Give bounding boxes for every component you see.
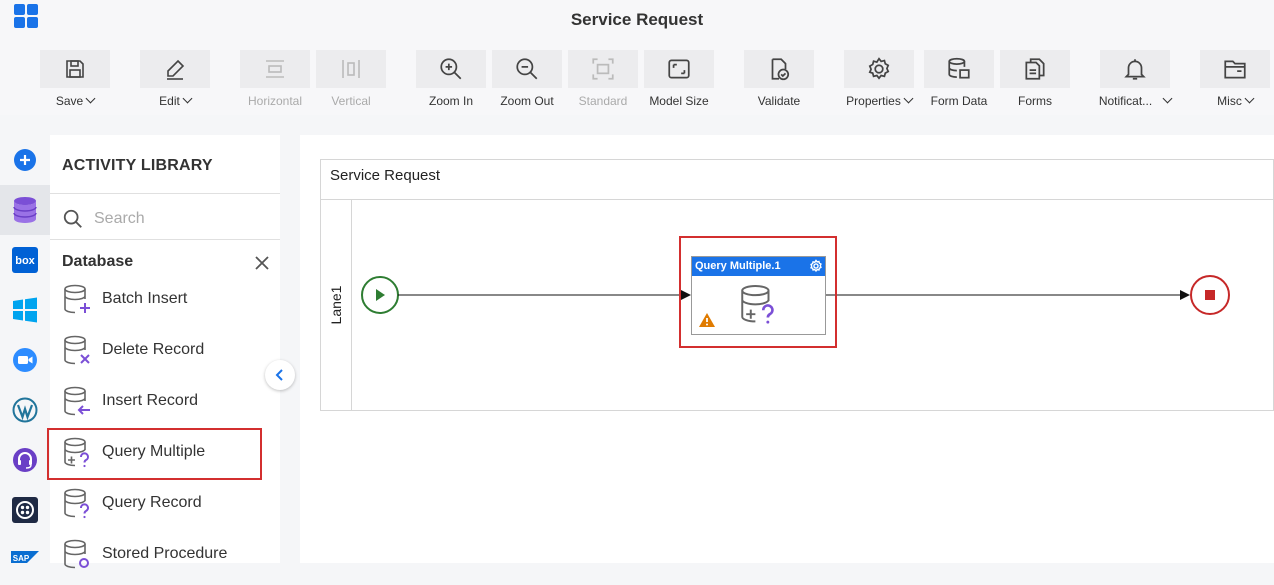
start-event[interactable]	[361, 276, 399, 314]
add-icon	[14, 149, 36, 171]
box-icon: box	[12, 247, 38, 273]
forms-button[interactable]: Forms	[1000, 50, 1070, 112]
stored-procedure-icon	[64, 539, 89, 569]
warning-icon	[699, 313, 715, 327]
svg-text:SAP: SAP	[13, 554, 30, 563]
library-item-stored-procedure[interactable]: Stored Procedure	[50, 531, 280, 579]
form-data-icon	[948, 57, 970, 79]
gear-icon[interactable]	[809, 259, 823, 273]
batch-insert-icon	[64, 284, 90, 314]
library-search	[62, 205, 272, 235]
divider	[50, 239, 280, 240]
properties-button[interactable]: Properties	[844, 50, 914, 112]
collapse-panel-button[interactable]	[265, 360, 295, 390]
edit-button[interactable]: Edit	[140, 50, 210, 112]
misc-button[interactable]: Misc	[1200, 50, 1270, 112]
library-item-batch-insert[interactable]: Batch Insert	[50, 276, 280, 324]
zoom-out-button[interactable]: Zoom Out	[492, 50, 562, 112]
save-button[interactable]: Save	[40, 50, 110, 112]
vertical-layout-icon	[342, 60, 360, 78]
insert-record-icon	[64, 386, 90, 416]
chevron-down-icon	[85, 93, 96, 104]
twilio-icon	[12, 497, 38, 523]
close-icon[interactable]	[254, 255, 270, 271]
process-canvas[interactable]: Service Request Lane1 Query Multiple.1	[300, 135, 1274, 563]
query-multiple-icon	[741, 284, 774, 324]
vertical-button[interactable]: Vertical	[316, 50, 386, 112]
library-item-delete-record[interactable]: Delete Record	[50, 327, 280, 375]
query-record-icon	[64, 488, 89, 519]
rail-sap[interactable]: SAP	[0, 535, 50, 585]
bell-icon	[1124, 59, 1146, 80]
chevron-left-icon	[275, 369, 283, 381]
chevron-down-icon	[903, 93, 914, 104]
standard-button[interactable]: Standard	[568, 50, 638, 112]
activity-library: ACTIVITY LIBRARY Database Batch Insert D…	[50, 135, 280, 569]
standard-size-icon	[592, 58, 614, 80]
gear-icon	[868, 57, 890, 80]
rail-database[interactable]	[0, 185, 50, 235]
form-data-button[interactable]: Form Data	[924, 50, 994, 112]
notifications-button[interactable]: Notificat...	[1099, 50, 1173, 112]
rail-twilio[interactable]	[0, 485, 50, 535]
windows-icon	[13, 297, 37, 323]
zoom-out-icon	[516, 58, 538, 80]
chevron-down-icon	[182, 93, 193, 104]
delete-record-icon	[64, 335, 90, 365]
validate-icon	[771, 58, 790, 81]
rail-box[interactable]: box	[0, 235, 50, 285]
title-bar: Service Request	[0, 0, 1274, 40]
zoom-in-icon	[440, 58, 462, 80]
folder-icon	[1224, 60, 1246, 79]
toolbar: Save Edit Horizontal Vertical Zoom In Zo…	[0, 40, 1274, 115]
chevron-down-icon	[1244, 93, 1255, 104]
horizontal-layout-icon	[266, 60, 284, 78]
library-item-highlight	[47, 428, 262, 480]
page-title: Service Request	[570, 10, 704, 29]
sap-icon: SAP	[11, 551, 39, 563]
end-event[interactable]	[1190, 275, 1230, 315]
category-title: Database	[62, 253, 134, 270]
chevron-down-icon	[1162, 93, 1173, 104]
rail-support[interactable]	[0, 435, 50, 485]
query-multiple-task[interactable]: Query Multiple.1	[691, 256, 826, 335]
wordpress-icon	[12, 397, 38, 423]
database-icon	[13, 197, 37, 223]
rail-windows[interactable]	[0, 285, 50, 335]
rail-add[interactable]	[0, 135, 50, 185]
left-rail: box SAP	[0, 135, 50, 563]
rail-zoom[interactable]	[0, 335, 50, 385]
zoom-video-icon	[13, 348, 37, 372]
model-size-button[interactable]: Model Size	[644, 50, 714, 112]
library-item-insert-record[interactable]: Insert Record	[50, 378, 280, 426]
svg-text:box: box	[15, 255, 35, 267]
headset-icon	[13, 448, 37, 472]
library-item-query-record[interactable]: Query Record	[50, 480, 280, 528]
search-icon	[63, 209, 82, 228]
forms-icon	[1025, 58, 1045, 80]
validate-button[interactable]: Validate	[744, 50, 814, 112]
task-title: Query Multiple.1	[692, 257, 825, 276]
pencil-icon	[167, 59, 185, 80]
search-input[interactable]	[94, 207, 264, 231]
model-size-icon	[668, 59, 690, 79]
save-icon	[66, 60, 84, 78]
horizontal-button[interactable]: Horizontal	[240, 50, 310, 112]
library-heading: ACTIVITY LIBRARY	[62, 157, 213, 174]
zoom-in-button[interactable]: Zoom In	[416, 50, 486, 112]
divider	[50, 193, 280, 194]
rail-wordpress[interactable]	[0, 385, 50, 435]
